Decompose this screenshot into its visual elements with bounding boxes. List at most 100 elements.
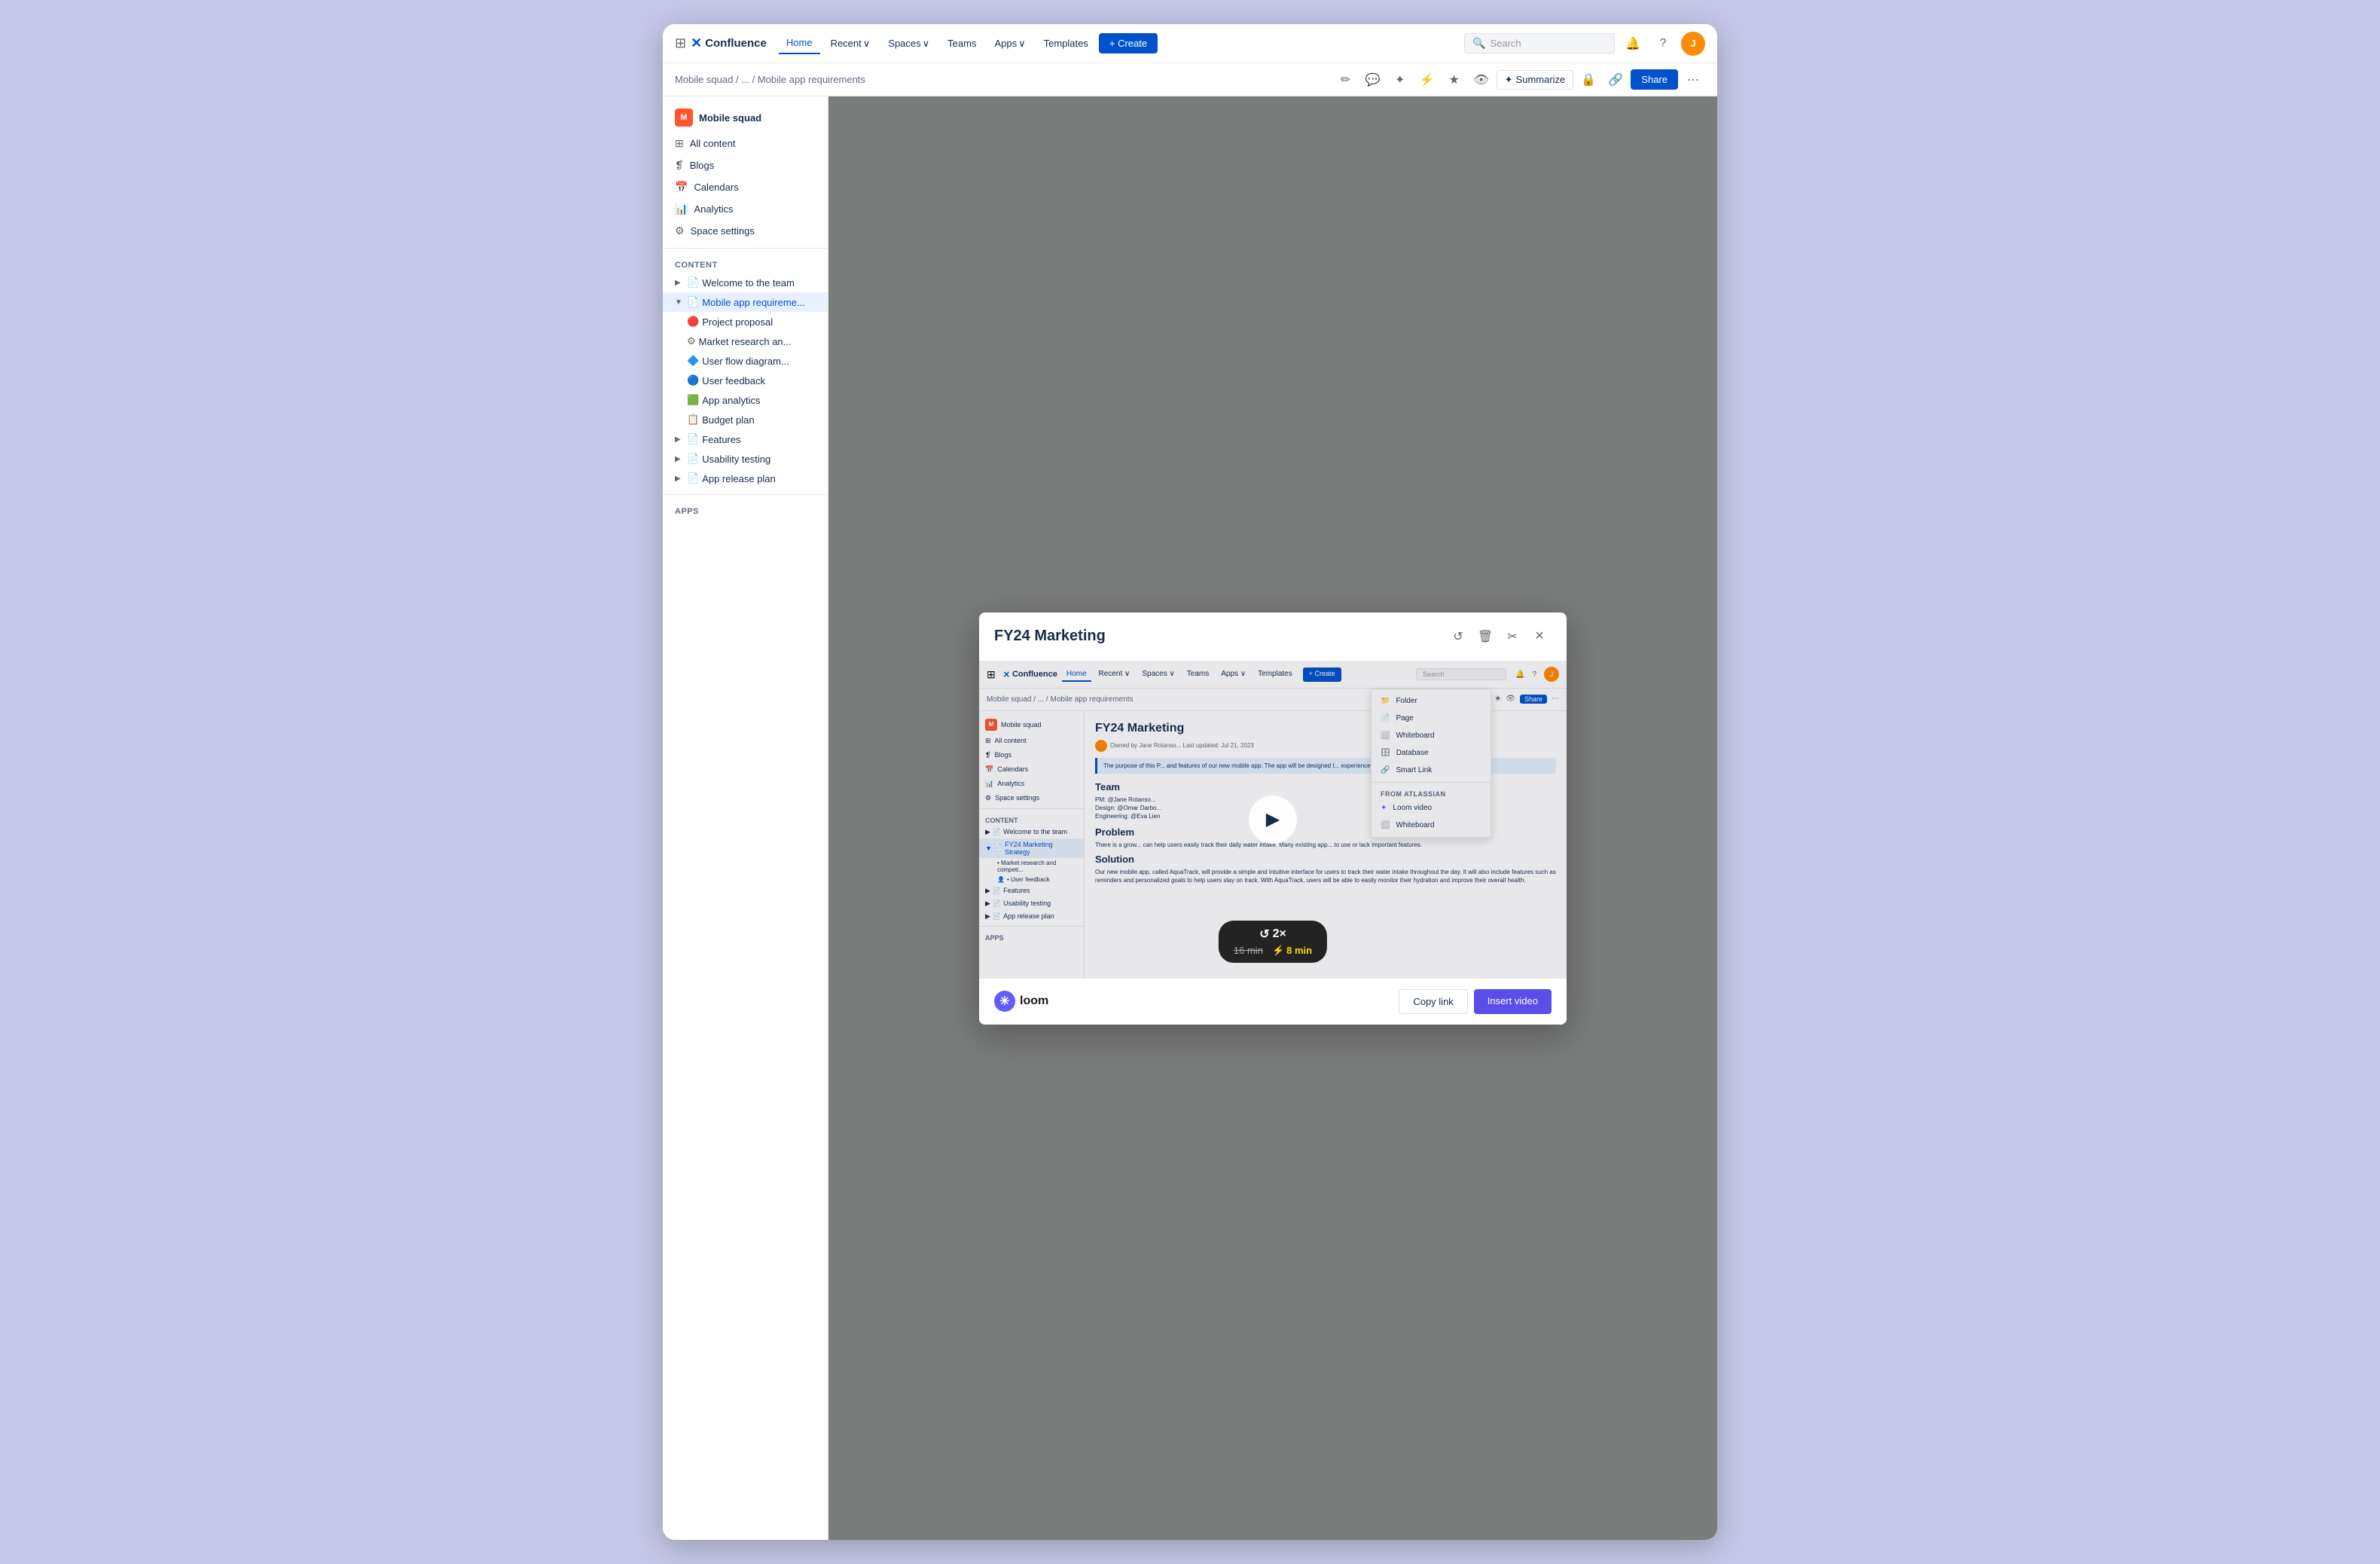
calendars-icon: 📅 <box>675 181 688 194</box>
watch-button[interactable]: 👁 <box>1469 68 1494 92</box>
main-area: M Mobile squad ⊞ All content ❡ Blogs 📅 C… <box>663 96 1717 1540</box>
modal-body: ⊞ ✕ Confluence Home Recent ∨ Spaces ∨ <box>979 661 1567 978</box>
chevron-down-icon: ▼ <box>675 298 684 307</box>
nav-spaces[interactable]: Spaces ∨ <box>880 33 937 54</box>
insert-video-button[interactable]: Insert video <box>1474 989 1552 1014</box>
search-icon: 🔍 <box>1472 37 1485 50</box>
nav-apps[interactable]: Apps ∨ <box>987 33 1033 54</box>
lock-button[interactable]: 🔒 <box>1576 68 1600 92</box>
modal-actions: ↺ 🗑 ✂ × <box>1446 625 1552 649</box>
loom-modal: FY24 Marketing ↺ 🗑 ✂ × <box>979 612 1567 1025</box>
loom-asterisk-icon: ✳ <box>999 994 1009 1009</box>
summarize-icon: ✦ <box>1505 74 1513 86</box>
delete-button[interactable]: 🗑 <box>1473 625 1497 649</box>
app-analytics-icon: 🟩 <box>687 394 699 406</box>
content-area: FY24 Marketing ↺ 🗑 ✂ × <box>828 96 1717 1540</box>
chevron-icon: ∨ <box>923 38 930 50</box>
features-icon: 📄 <box>687 433 699 445</box>
tree-item-user-feedback[interactable]: 🔵 User feedback <box>663 371 828 390</box>
tree-item-app-analytics[interactable]: 🟩 App analytics <box>663 390 828 410</box>
top-nav: ⊞ ✕ Confluence Home Recent ∨ Spaces ∨ Te… <box>663 24 1717 63</box>
cut-button[interactable]: ✂ <box>1500 625 1524 649</box>
ai-button[interactable]: ✦ <box>1388 68 1412 92</box>
nav-teams[interactable]: Teams <box>940 33 984 53</box>
tree-item-mobile-app[interactable]: ▼ 📄 Mobile app requireme... <box>663 292 828 312</box>
modal-footer: ✳ loom Copy link Insert video <box>979 978 1567 1025</box>
sidebar-item-space-settings[interactable]: ⚙ Space settings <box>663 220 828 242</box>
tree-item-welcome[interactable]: ▶ 📄 Welcome to the team <box>663 273 828 292</box>
undo-button[interactable]: ↺ <box>1446 625 1470 649</box>
notifications-button[interactable]: 🔔 <box>1621 32 1645 56</box>
tree-item-features[interactable]: ▶ 📄 Features <box>663 429 828 449</box>
tree-item-app-release[interactable]: ▶ 📄 App release plan <box>663 469 828 488</box>
browser-window: ⊞ ✕ Confluence Home Recent ∨ Spaces ∨ Te… <box>663 24 1717 1540</box>
edit-button[interactable]: ✏ <box>1334 68 1358 92</box>
time-fast: ⚡ 8 min <box>1272 945 1312 957</box>
chevron-right-icon: ▶ <box>675 475 684 483</box>
summarize-label: Summarize <box>1516 74 1566 85</box>
create-button[interactable]: + Create <box>1099 33 1158 53</box>
search-placeholder: Search <box>1490 38 1521 49</box>
search-bar[interactable]: 🔍 Search <box>1464 33 1615 53</box>
confluence-logo-text: Confluence <box>705 37 767 50</box>
toolbar-actions: ✏ 💬 ✦ ⚡ ★ 👁 ✦ Summarize 🔒 🔗 Share ⋯ <box>1334 68 1705 92</box>
video-preview: ⊞ ✕ Confluence Home Recent ∨ Spaces ∨ <box>979 661 1567 978</box>
proposal-icon: 🔴 <box>687 316 699 328</box>
sidebar-item-calendars[interactable]: 📅 Calendars <box>663 176 828 198</box>
nav-items: Home Recent ∨ Spaces ∨ Teams Apps ∨ Temp… <box>779 32 1458 54</box>
star-button[interactable]: ★ <box>1442 68 1466 92</box>
sidebar-divider-2 <box>663 494 828 495</box>
lightning-button[interactable]: ⚡ <box>1415 68 1439 92</box>
feedback-icon: 🔵 <box>687 374 699 386</box>
nav-home[interactable]: Home <box>779 32 820 54</box>
close-button[interactable]: × <box>1527 625 1552 649</box>
breadcrumb: Mobile squad / ... / Mobile app requirem… <box>675 74 1331 85</box>
more-actions-button[interactable]: ⋯ <box>1681 68 1705 92</box>
usability-icon: 📄 <box>687 453 699 465</box>
sidebar: M Mobile squad ⊞ All content ❡ Blogs 📅 C… <box>663 96 828 1540</box>
sidebar-space-header[interactable]: M Mobile squad <box>663 102 828 133</box>
comment-button[interactable]: 💬 <box>1361 68 1385 92</box>
nav-right: 🔍 Search 🔔 ? J <box>1464 32 1705 56</box>
play-button[interactable]: ▶ <box>1249 796 1297 844</box>
apps-section-label: APPS <box>663 501 828 519</box>
help-button[interactable]: ? <box>1651 32 1675 56</box>
confluence-logo[interactable]: ✕ Confluence <box>691 35 767 51</box>
chevron-icon: ∨ <box>1018 38 1026 50</box>
chevron-icon: ∨ <box>863 38 871 50</box>
tree-item-user-flow[interactable]: 🔷 User flow diagram... <box>663 351 828 371</box>
tree-item-budget[interactable]: 📋 Budget plan <box>663 410 828 429</box>
market-icon: ⚙ <box>687 335 696 347</box>
copy-link-button[interactable]: Copy link <box>1399 989 1467 1014</box>
link-button[interactable]: 🔗 <box>1603 68 1628 92</box>
tree-item-project-proposal[interactable]: 🔴 Project proposal <box>663 312 828 331</box>
speed-label: ↺ 2× <box>1259 927 1286 942</box>
chevron-right-icon: ▶ <box>675 455 684 463</box>
share-button[interactable]: Share <box>1631 69 1678 90</box>
flow-icon: 🔷 <box>687 355 699 367</box>
sidebar-item-analytics[interactable]: 📊 Analytics <box>663 198 828 220</box>
page-icon-active: 📄 <box>687 296 699 308</box>
tree-item-market-research[interactable]: ⚙ Market research an... <box>663 331 828 351</box>
modal-overlay[interactable]: FY24 Marketing ↺ 🗑 ✂ × <box>828 96 1717 1540</box>
space-icon: M <box>675 108 693 127</box>
sidebar-divider <box>663 248 828 249</box>
sidebar-item-blogs[interactable]: ❡ Blogs <box>663 154 828 176</box>
time-original: 16 min <box>1234 945 1263 956</box>
tree-item-usability[interactable]: ▶ 📄 Usability testing <box>663 449 828 469</box>
loom-logo: ✳ loom <box>994 991 1048 1012</box>
user-avatar[interactable]: J <box>1681 32 1705 56</box>
page-toolbar: Mobile squad / ... / Mobile app requirem… <box>663 63 1717 96</box>
replay-icon: ↺ <box>1259 927 1269 942</box>
analytics-icon: 📊 <box>675 203 688 215</box>
nav-templates[interactable]: Templates <box>1036 33 1096 53</box>
summarize-button[interactable]: ✦ Summarize <box>1497 70 1574 90</box>
budget-icon: 📋 <box>687 414 699 426</box>
sidebar-item-all-content[interactable]: ⊞ All content <box>663 133 828 154</box>
space-name: Mobile squad <box>699 112 761 124</box>
lightning-icon: ⚡ <box>1272 945 1284 957</box>
blogs-icon: ❡ <box>675 159 684 172</box>
nav-recent[interactable]: Recent ∨ <box>823 33 878 54</box>
page-icon: 📄 <box>687 276 699 289</box>
grid-icon[interactable]: ⊞ <box>675 35 686 51</box>
